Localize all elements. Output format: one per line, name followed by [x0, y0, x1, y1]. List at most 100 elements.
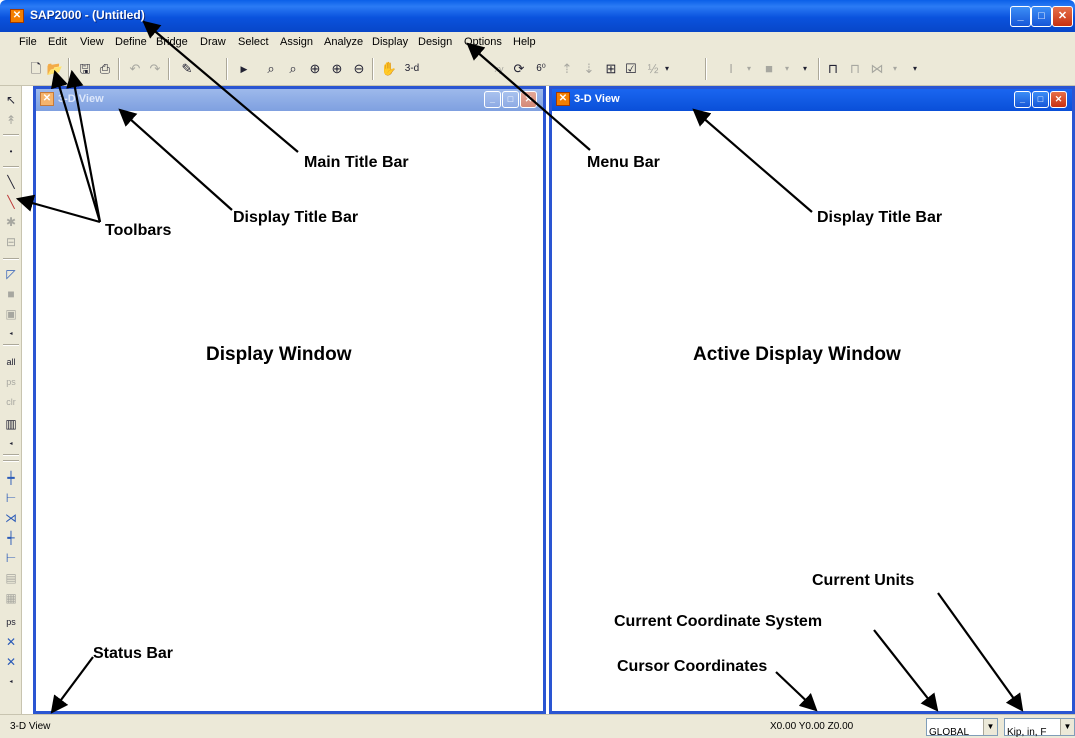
- down-arrow-icon[interactable]: ⇣: [580, 60, 598, 78]
- extrude-icon[interactable]: ✕: [3, 654, 19, 670]
- rotate-icon[interactable]: ⟳: [510, 60, 528, 78]
- section-dropdown-icon[interactable]: ▾: [740, 60, 758, 78]
- draw-cable-icon[interactable]: ╲: [3, 194, 19, 210]
- display-title-bar-left[interactable]: ✕ 3-D View _ □ ✕: [36, 89, 543, 111]
- zoom-out-icon[interactable]: ⊖: [350, 60, 368, 78]
- label-menu-bar: Menu Bar: [587, 154, 660, 171]
- section-icon[interactable]: I: [722, 60, 740, 78]
- menu-bridge[interactable]: Bridge: [156, 36, 188, 48]
- replicate-icon[interactable]: ✕: [3, 634, 19, 650]
- snap-fine-grid-icon[interactable]: ▤: [3, 570, 19, 586]
- menu-view[interactable]: View: [80, 36, 104, 48]
- zoom-restore-icon[interactable]: ⌕: [284, 60, 302, 78]
- quick-draw-area-icon[interactable]: ▣: [3, 306, 19, 322]
- menu-draw[interactable]: Draw: [200, 36, 226, 48]
- pan-icon[interactable]: ✋: [380, 60, 398, 78]
- toolbar-overflow-icon[interactable]: ▾: [796, 60, 814, 78]
- menu-edit[interactable]: Edit: [48, 36, 67, 48]
- more-area-icon[interactable]: ◂: [3, 326, 19, 342]
- main-toolbar: 🗋 📂 🖫 ⎙ ↶ ↷ ✎ ▶ ⌕ ⌕ ⊕ ⊕ ⊖ ✋ 3-d xy ⟳ 6⁰ …: [0, 54, 1075, 86]
- pane-maximize-button[interactable]: □: [1032, 91, 1049, 108]
- pane-close-button[interactable]: ✕: [1050, 91, 1067, 108]
- truss-icon[interactable]: ⋈: [868, 60, 886, 78]
- draw-secondary-icon[interactable]: ⊟: [3, 234, 19, 250]
- draw-point-icon[interactable]: •: [3, 144, 19, 160]
- zoom-all-icon[interactable]: ⊕: [306, 60, 324, 78]
- perspective-icon[interactable]: 6⁰: [532, 60, 550, 78]
- run-analysis-icon[interactable]: ▶: [235, 60, 253, 78]
- menu-display[interactable]: Display: [372, 36, 408, 48]
- maximize-button[interactable]: □: [1031, 6, 1052, 27]
- refresh-pencil-icon[interactable]: ✎: [178, 60, 196, 78]
- label-active-display-window: Active Display Window: [693, 344, 901, 365]
- save-icon[interactable]: 🖫: [76, 60, 94, 78]
- left-toolbar: ↖ ↟ • ╲ ╲ ✱ ⊟ ◸ ■ ▣ ◂ all ps clr ▥ ◂ ┿ ⊢…: [0, 86, 22, 714]
- pointer-icon[interactable]: ↖: [3, 92, 19, 108]
- get-previous-selection-icon[interactable]: ps: [3, 374, 19, 390]
- menu-assign[interactable]: Assign: [280, 36, 313, 48]
- more-dropdown-icon[interactable]: ▾: [658, 60, 676, 78]
- check-options-icon[interactable]: ☑: [622, 60, 640, 78]
- close-button[interactable]: ✕: [1052, 6, 1073, 27]
- zoom-window-icon[interactable]: ⌕: [262, 60, 280, 78]
- chevron-down-icon[interactable]: ▼: [1060, 719, 1074, 735]
- more-snap-icon[interactable]: ◂: [3, 674, 19, 690]
- menu-file[interactable]: File: [19, 36, 37, 48]
- label-display-window: Display Window: [206, 344, 352, 365]
- draw-frame-icon[interactable]: ╲: [3, 174, 19, 190]
- units-select[interactable]: Kip, in, F ▼: [1004, 718, 1075, 738]
- menu-design[interactable]: Design: [418, 36, 452, 48]
- draw-poly-area-icon[interactable]: ◸: [3, 266, 19, 282]
- set-display-options-icon[interactable]: ⊞: [602, 60, 620, 78]
- coordinate-system-select[interactable]: GLOBAL ▼: [926, 718, 998, 738]
- window-title: SAP2000 - (Untitled): [30, 8, 145, 22]
- pane-minimize-button[interactable]: _: [484, 91, 501, 108]
- display-title-bar-right[interactable]: ✕ 3-D View _ □ ✕: [552, 89, 1072, 111]
- menu-options[interactable]: Options: [464, 36, 502, 48]
- menu-select[interactable]: Select: [238, 36, 269, 48]
- menu-define[interactable]: Define: [115, 36, 147, 48]
- snap-perpendicular-icon[interactable]: ┽: [3, 530, 19, 546]
- area-dropdown-icon[interactable]: ▾: [778, 60, 796, 78]
- label-current-units: Current Units: [812, 572, 915, 589]
- display-title-right: 3-D View: [574, 93, 620, 105]
- new-file-icon[interactable]: 🗋: [27, 60, 45, 78]
- menu-analyze[interactable]: Analyze: [324, 36, 363, 48]
- area-icon[interactable]: ■: [760, 60, 778, 78]
- zoom-in-icon[interactable]: ⊕: [328, 60, 346, 78]
- clear-selection-icon[interactable]: clr: [3, 394, 19, 410]
- frame-brace-icon[interactable]: ⊓: [846, 60, 864, 78]
- reshape-icon[interactable]: ↟: [3, 112, 19, 128]
- print-icon[interactable]: ⎙: [96, 60, 114, 78]
- snap-intersection-icon[interactable]: ⋊: [3, 510, 19, 526]
- view-3d-button[interactable]: 3-d: [400, 60, 424, 78]
- intersecting-line-icon[interactable]: ▥: [3, 416, 19, 432]
- redo-icon[interactable]: ↷: [146, 60, 164, 78]
- menu-help[interactable]: Help: [513, 36, 536, 48]
- truss-dropdown-icon[interactable]: ▾: [886, 60, 904, 78]
- pane-close-button[interactable]: ✕: [520, 91, 537, 108]
- pane-minimize-button[interactable]: _: [1014, 91, 1031, 108]
- toolbar-overflow-2-icon[interactable]: ▾: [906, 60, 924, 78]
- snap-points-icon[interactable]: ┿: [3, 470, 19, 486]
- snap-ends-icon[interactable]: ⊢: [3, 490, 19, 506]
- ps-icon[interactable]: ps: [3, 614, 19, 630]
- more-select-icon[interactable]: ◂: [3, 436, 19, 452]
- up-arrow-icon[interactable]: ⇡: [558, 60, 576, 78]
- select-all-icon[interactable]: all: [3, 354, 19, 370]
- snap-grid-icon[interactable]: ▦: [3, 590, 19, 606]
- draw-rect-area-icon[interactable]: ■: [3, 286, 19, 302]
- display-window-left[interactable]: ✕ 3-D View _ □ ✕: [33, 86, 546, 714]
- open-folder-icon[interactable]: 📂: [46, 60, 64, 78]
- chevron-down-icon[interactable]: ▼: [983, 719, 997, 735]
- status-bar: 3-D View X0.00 Y0.00 Z0.00 GLOBAL ▼ Kip,…: [0, 714, 1075, 738]
- pane-maximize-button[interactable]: □: [502, 91, 519, 108]
- frame-icon[interactable]: ⊓: [824, 60, 842, 78]
- quick-draw-brace-icon[interactable]: ✱: [3, 214, 19, 230]
- minimize-button[interactable]: _: [1010, 6, 1031, 27]
- display-title-left: 3-D View: [58, 93, 104, 105]
- main-title-bar[interactable]: ✕ SAP2000 - (Untitled) _ □ ✕: [0, 0, 1075, 32]
- snap-lines-icon[interactable]: ⊢: [3, 550, 19, 566]
- view-xy-icon[interactable]: xy: [490, 60, 508, 78]
- undo-icon[interactable]: ↶: [126, 60, 144, 78]
